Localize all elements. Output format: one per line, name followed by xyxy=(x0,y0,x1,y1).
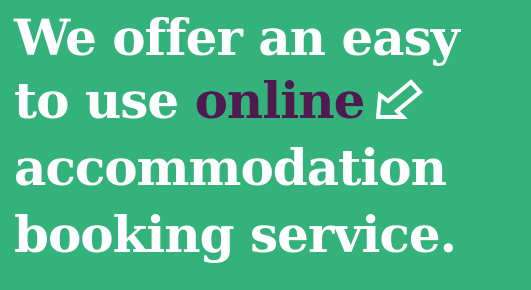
headline-line-2-prefix: to use xyxy=(14,71,195,130)
arrow-icon xyxy=(372,71,426,119)
headline-accent-word: online xyxy=(194,71,366,130)
headline-line-1: We offer an easy xyxy=(14,8,460,67)
headline-line-4: booking service. xyxy=(14,205,457,264)
headline: We offer an easy to use online accommoda… xyxy=(14,0,531,268)
headline-line-2: to use online xyxy=(14,67,531,134)
headline-line-3: accommodation xyxy=(14,138,447,197)
